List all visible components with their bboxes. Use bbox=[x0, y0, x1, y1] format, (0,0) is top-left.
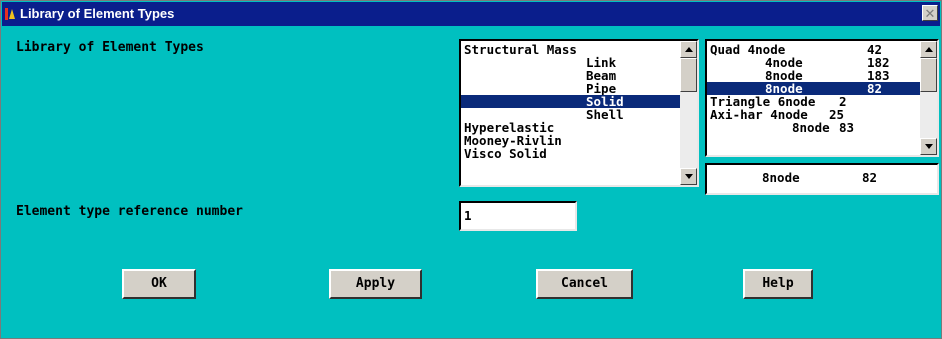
selected-element-number: 82 bbox=[862, 170, 878, 185]
category-scrollbar[interactable] bbox=[680, 41, 697, 185]
category-listbox[interactable]: Structural Mass Link Beam Pipe Solid She… bbox=[459, 39, 699, 187]
library-label: Library of Element Types bbox=[16, 40, 204, 55]
window-title: Library of Element Types bbox=[20, 6, 175, 21]
category-item-structural-mass[interactable]: Structural Mass bbox=[464, 43, 679, 56]
category-item-shell[interactable]: Shell bbox=[586, 108, 624, 121]
element-scrollbar[interactable] bbox=[920, 41, 937, 155]
arrow-down-icon bbox=[685, 174, 693, 179]
title-bar[interactable]: Library of Element Types ✕ bbox=[2, 2, 940, 26]
category-item-solid[interactable]: Solid bbox=[461, 95, 680, 108]
element-scroll-up-button[interactable] bbox=[920, 41, 937, 58]
close-icon[interactable]: ✕ bbox=[922, 5, 938, 21]
category-scroll-thumb[interactable] bbox=[680, 58, 697, 92]
element-item-number[interactable]: 83 bbox=[839, 121, 854, 134]
arrow-up-icon bbox=[925, 47, 933, 52]
ref-number-label: Element type reference number bbox=[16, 204, 243, 219]
ref-number-value: 1 bbox=[464, 208, 472, 223]
selected-element-name: 8node bbox=[762, 170, 800, 185]
category-item-visco-solid[interactable]: Visco Solid bbox=[464, 147, 547, 160]
ok-button[interactable]: OK bbox=[122, 269, 196, 299]
element-scroll-down-button[interactable] bbox=[920, 138, 937, 155]
selected-element-display: 8node 82 bbox=[705, 163, 939, 195]
element-scroll-thumb[interactable] bbox=[920, 58, 937, 92]
dialog-window: Library of Element Types ✕ Library of El… bbox=[0, 0, 942, 339]
dialog-body: Library of Element Types Structural Mass… bbox=[2, 26, 940, 338]
element-item-number[interactable]: 82 bbox=[867, 82, 882, 95]
ref-number-input[interactable]: 1 bbox=[459, 201, 577, 231]
category-scroll-down-button[interactable] bbox=[680, 168, 697, 185]
arrow-down-icon bbox=[925, 144, 933, 149]
apply-button[interactable]: Apply bbox=[329, 269, 422, 299]
arrow-up-icon bbox=[685, 47, 693, 52]
element-listbox[interactable]: Quad 4node 42 4node 182 8node 183 8node … bbox=[705, 39, 939, 157]
help-button[interactable]: Help bbox=[743, 269, 813, 299]
cancel-button[interactable]: Cancel bbox=[536, 269, 633, 299]
category-scroll-up-button[interactable] bbox=[680, 41, 697, 58]
element-item-name[interactable]: 8node bbox=[792, 121, 830, 134]
ansys-logo-icon bbox=[5, 8, 15, 20]
